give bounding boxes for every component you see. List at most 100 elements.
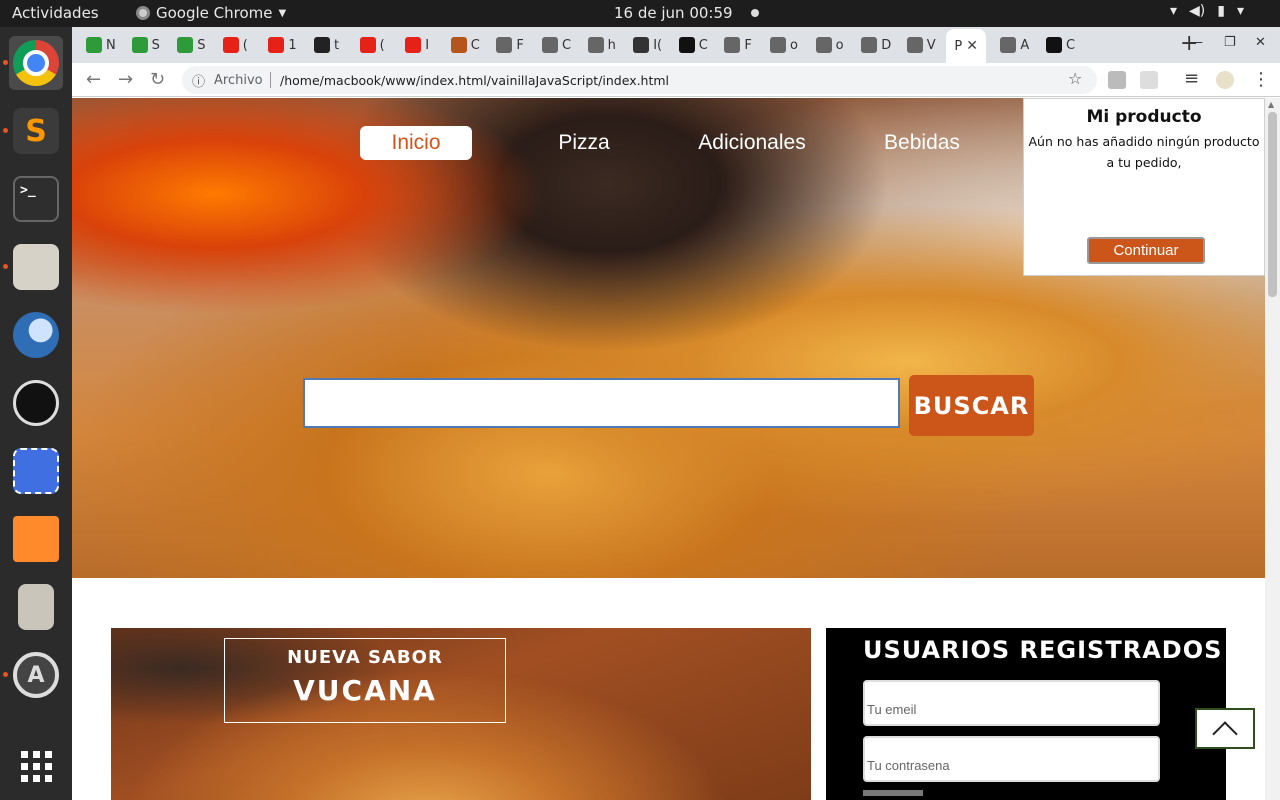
browser-tab[interactable]: V xyxy=(906,34,936,56)
dock-screenshot[interactable] xyxy=(9,444,63,498)
tab-label: I xyxy=(425,37,430,53)
extension-icon[interactable] xyxy=(1140,71,1158,89)
tab-favicon-icon xyxy=(1046,37,1062,53)
dock-terminal[interactable]: >_ xyxy=(9,172,63,226)
screenshot-icon xyxy=(13,448,59,494)
reload-icon[interactable]: ↻ xyxy=(150,69,165,90)
browser-tab[interactable]: 1 xyxy=(268,34,297,56)
nav-pizza[interactable]: Pizza xyxy=(542,126,626,160)
dock-software[interactable]: A xyxy=(9,648,63,702)
close-tab-icon[interactable]: ✕ xyxy=(966,38,978,54)
browser-tab[interactable]: I xyxy=(405,34,429,56)
tab-label: C xyxy=(562,37,572,53)
volume-icon: ◀) xyxy=(1189,3,1206,19)
dock-thunderbird[interactable] xyxy=(9,308,63,362)
password-field[interactable]: Tu contrasena xyxy=(863,736,1160,782)
files-icon xyxy=(13,244,59,290)
tab-label: P xyxy=(954,38,963,54)
minimize-icon[interactable]: — xyxy=(1190,35,1203,50)
app-grid-icon xyxy=(20,750,52,782)
browser-tab[interactable]: P ✕ xyxy=(946,29,986,63)
browser-tab[interactable]: o xyxy=(770,34,798,56)
browser-tab[interactable]: C xyxy=(450,34,480,56)
restore-icon[interactable]: ❐ xyxy=(1224,35,1236,50)
tab-label: I( xyxy=(653,37,663,53)
dock-obs[interactable] xyxy=(9,376,63,430)
scrollbar-thumb[interactable] xyxy=(1268,112,1277,297)
browser-toolbar: ← → ↻ ⓘ Archivo /home/macbook/www/index.… xyxy=(72,63,1280,97)
dock-app-grid[interactable] xyxy=(9,739,63,793)
tab-label: ( xyxy=(379,37,385,53)
search-button[interactable]: BUSCAR xyxy=(909,375,1034,436)
tab-label: F xyxy=(516,37,524,53)
nav-adicionales[interactable]: Adicionales xyxy=(692,126,812,160)
tray-caret-icon: ▾ xyxy=(1236,3,1245,19)
tab-favicon-icon xyxy=(496,37,513,53)
dock-chrome[interactable] xyxy=(9,36,63,90)
url-text[interactable]: /home/macbook/www/index.html/vainillaJav… xyxy=(280,73,669,88)
continue-button[interactable]: Continuar xyxy=(1087,237,1205,264)
promo-subtitle: NUEVA SABOR xyxy=(287,647,443,668)
browser-tab[interactable]: o xyxy=(815,34,844,56)
search-input[interactable] xyxy=(303,378,900,428)
promo-card[interactable]: NUEVA SABOR VUCANA xyxy=(111,628,811,800)
clipped-text xyxy=(863,790,923,796)
bookmark-star-icon[interactable]: ☆ xyxy=(1068,69,1082,88)
tab-favicon-icon xyxy=(131,37,148,53)
tab-favicon-icon xyxy=(542,37,558,53)
back-icon[interactable]: ← xyxy=(86,69,101,90)
reading-list-icon[interactable]: ≡ xyxy=(1184,68,1199,89)
browser-tab[interactable]: F xyxy=(724,34,752,56)
browser-tab[interactable]: N xyxy=(86,34,116,56)
menu-kebab-icon[interactable]: ⋮ xyxy=(1252,69,1270,90)
browser-tab[interactable]: C xyxy=(678,34,708,56)
dock: S >_ A xyxy=(0,27,72,800)
nav-inicio[interactable]: Inicio xyxy=(360,126,472,160)
browser-tab[interactable]: ( xyxy=(359,34,385,56)
browser-tab[interactable]: S xyxy=(131,34,160,56)
software-icon: A xyxy=(13,652,59,698)
tab-favicon-icon xyxy=(268,37,285,53)
dock-archive[interactable] xyxy=(9,580,63,634)
registered-users-panel: USUARIOS REGISTRADOS Tu emeil Tu contras… xyxy=(826,628,1226,800)
cart-message: Aún no has añadido ningún producto a tu … xyxy=(1028,134,1260,170)
tab-favicon-icon xyxy=(177,37,194,53)
browser-tab[interactable]: I( xyxy=(633,34,662,56)
scroll-to-top-button[interactable] xyxy=(1195,708,1255,749)
cart-panel: Mi producto Aún no has añadido ningún pr… xyxy=(1023,98,1265,276)
forward-icon[interactable]: → xyxy=(118,69,133,90)
impress-icon xyxy=(13,516,59,562)
dock-sublime[interactable]: S xyxy=(9,104,63,158)
browser-tab[interactable]: F xyxy=(496,34,524,56)
activities-button[interactable]: Actividades xyxy=(12,4,99,22)
address-bar[interactable]: ⓘ Archivo /home/macbook/www/index.html/v… xyxy=(182,66,1097,94)
browser-tab[interactable]: t xyxy=(314,34,339,56)
divider xyxy=(270,72,271,88)
close-window-icon[interactable]: ✕ xyxy=(1255,35,1266,50)
tab-label: N xyxy=(106,37,116,53)
browser-tab[interactable]: h xyxy=(587,34,616,56)
nav-bebidas[interactable]: Bebidas xyxy=(872,126,972,160)
archive-icon xyxy=(18,584,54,630)
dock-files[interactable] xyxy=(9,240,63,294)
browser-tab[interactable]: S xyxy=(177,34,205,56)
dock-impress[interactable] xyxy=(9,512,63,566)
browser-tab[interactable]: C xyxy=(542,34,571,56)
browser-tab[interactable]: C xyxy=(1046,34,1075,56)
browser-tab[interactable]: A xyxy=(1000,34,1029,56)
app-menu[interactable]: Google Chrome ▼ xyxy=(136,4,286,22)
profile-avatar[interactable] xyxy=(1216,71,1234,89)
scroll-up-arrow-icon[interactable]: ▲ xyxy=(1268,100,1274,109)
chevron-up-icon xyxy=(1212,720,1238,747)
browser-tab[interactable]: ( xyxy=(222,34,248,56)
tab-label: C xyxy=(1066,37,1076,53)
email-field[interactable]: Tu emeil xyxy=(863,680,1160,726)
page-scrollbar[interactable]: ▲ xyxy=(1265,98,1280,800)
info-icon[interactable]: ⓘ xyxy=(192,71,205,90)
browser-tab[interactable]: D xyxy=(861,34,891,56)
extension-icon[interactable] xyxy=(1108,71,1126,89)
system-tray[interactable]: ▾ ◀) ▮ ▾ xyxy=(1170,3,1244,19)
tab-label: 1 xyxy=(288,37,297,53)
clock[interactable]: 16 de jun 00:59 xyxy=(614,4,733,22)
tab-strip: + — ❐ ✕ N S S(1 t(I C F Ch I(C Fo o D V P ✕ A C xyxy=(72,27,1280,63)
